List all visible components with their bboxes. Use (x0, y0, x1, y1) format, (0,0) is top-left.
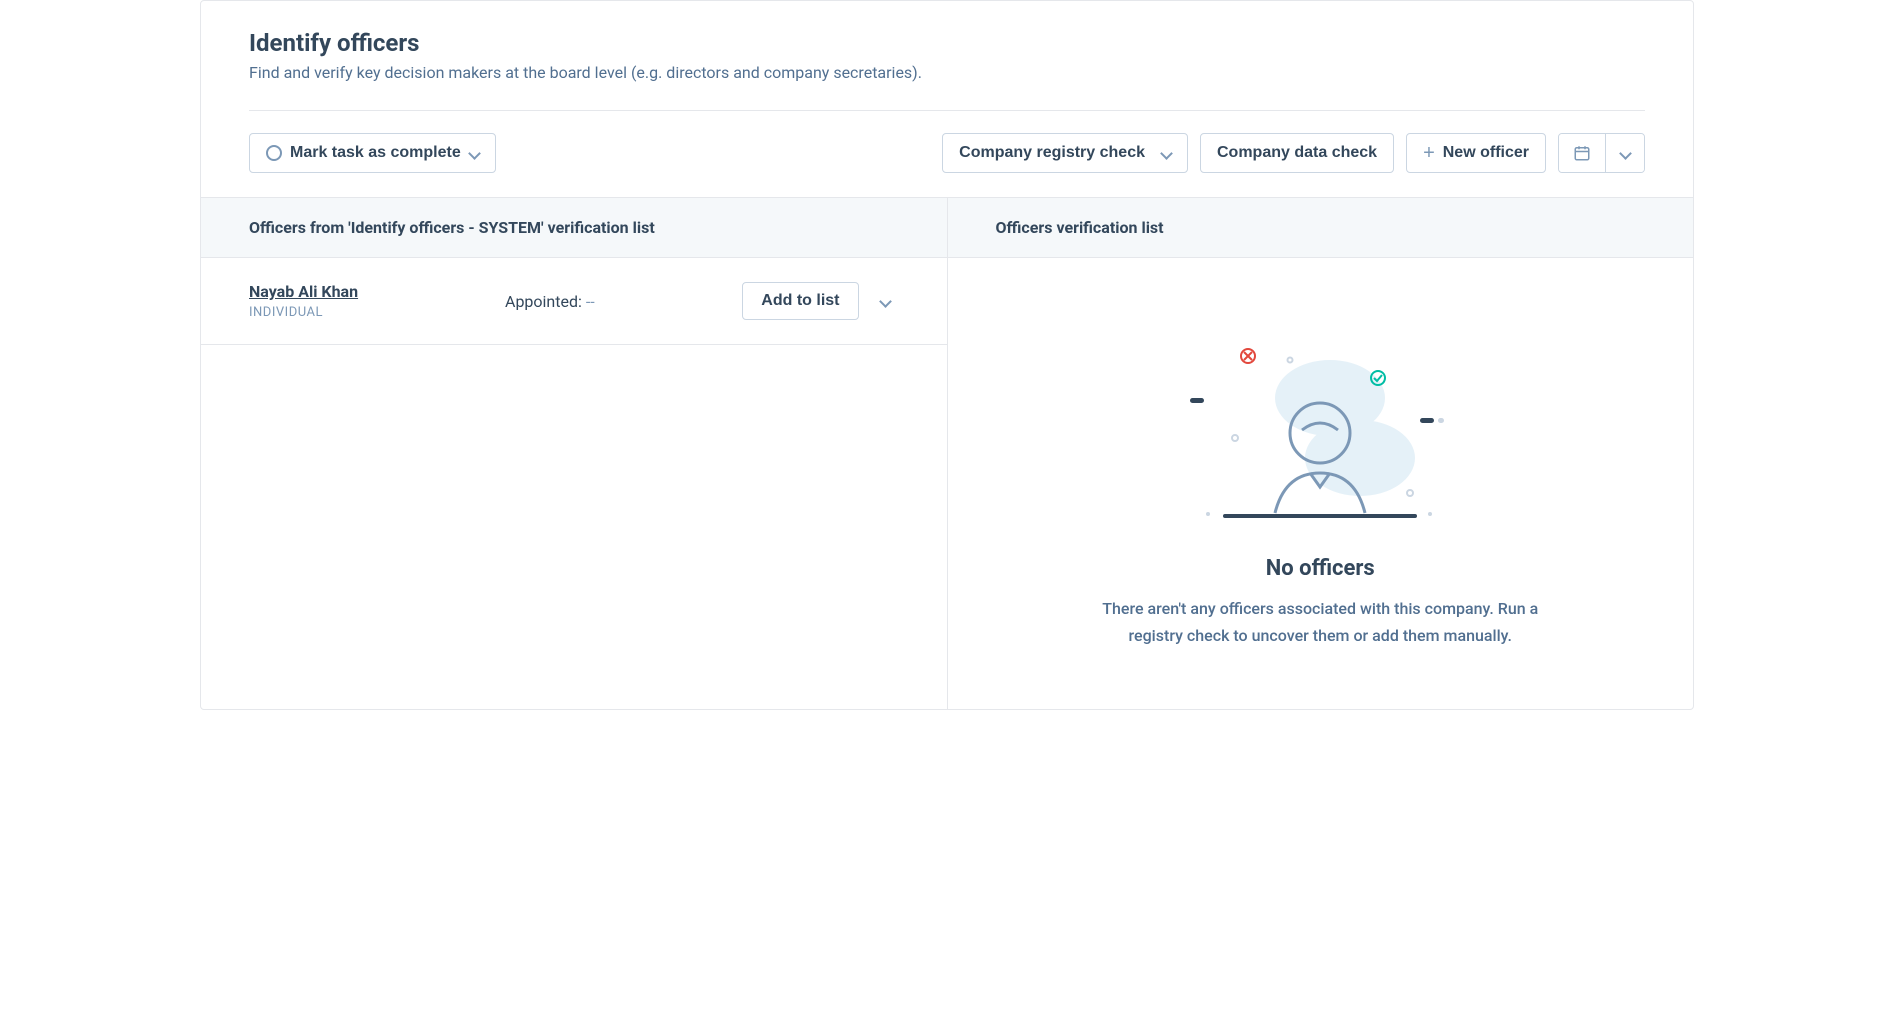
company-data-check-button[interactable]: Company data check (1200, 133, 1394, 173)
toolbar-left: Mark task as complete (249, 133, 496, 173)
chevron-down-icon (469, 148, 479, 158)
officer-row: Nayab Ali Khan INDIVIDUAL Appointed: -- … (201, 258, 947, 345)
new-officer-label: New officer (1443, 144, 1529, 162)
calendar-dropdown-button[interactable] (1605, 134, 1644, 172)
empty-state-title: No officers (996, 556, 1646, 581)
empty-state: No officers There aren't any officers as… (948, 258, 1694, 709)
right-panel: Officers verification list (948, 198, 1694, 709)
page-title: Identify officers (249, 29, 1645, 57)
panels: Officers from 'Identify officers - SYSTE… (201, 197, 1693, 709)
officer-appointed-label: Appointed: (505, 292, 582, 311)
officer-type: INDIVIDUAL (249, 305, 489, 320)
officer-appointed-value: -- (586, 292, 595, 311)
calendar-button[interactable] (1559, 134, 1605, 172)
chevron-down-icon (1161, 148, 1171, 158)
left-panel: Officers from 'Identify officers - SYSTE… (201, 198, 948, 709)
calendar-icon (1573, 144, 1591, 162)
officer-actions: Add to list (742, 282, 898, 320)
mark-task-complete-button[interactable]: Mark task as complete (249, 133, 496, 173)
page-subtitle: Find and verify key decision makers at t… (249, 63, 1645, 82)
toolbar-right: Company registry check Company data chec… (942, 133, 1645, 173)
company-registry-check-label: Company registry check (959, 144, 1145, 162)
identify-officers-page: Identify officers Find and verify key de… (200, 0, 1694, 710)
add-to-list-button[interactable]: Add to list (742, 282, 858, 320)
officer-name-link[interactable]: Nayab Ali Khan (249, 282, 489, 301)
add-to-list-label: Add to list (761, 292, 839, 310)
unchecked-circle-icon (266, 145, 282, 161)
empty-state-text: There aren't any officers associated wit… (1090, 595, 1550, 649)
calendar-split-button (1558, 133, 1645, 173)
company-data-check-label: Company data check (1217, 144, 1377, 162)
officer-info: Nayab Ali Khan INDIVIDUAL (249, 282, 489, 320)
officer-appointed: Appointed: -- (505, 292, 726, 311)
mark-task-complete-label: Mark task as complete (290, 144, 461, 162)
new-officer-button[interactable]: + New officer (1406, 133, 1546, 173)
empty-state-illustration (1180, 338, 1460, 528)
company-registry-check-button[interactable]: Company registry check (942, 133, 1188, 173)
chevron-down-icon (1620, 148, 1630, 158)
chevron-down-icon (880, 296, 890, 306)
plus-icon: + (1423, 143, 1435, 163)
right-panel-header: Officers verification list (948, 198, 1694, 258)
officer-row-more-button[interactable] (871, 287, 899, 315)
page-header: Identify officers Find and verify key de… (201, 1, 1693, 82)
left-panel-header: Officers from 'Identify officers - SYSTE… (201, 198, 947, 258)
toolbar: Mark task as complete Company registry c… (201, 111, 1693, 197)
